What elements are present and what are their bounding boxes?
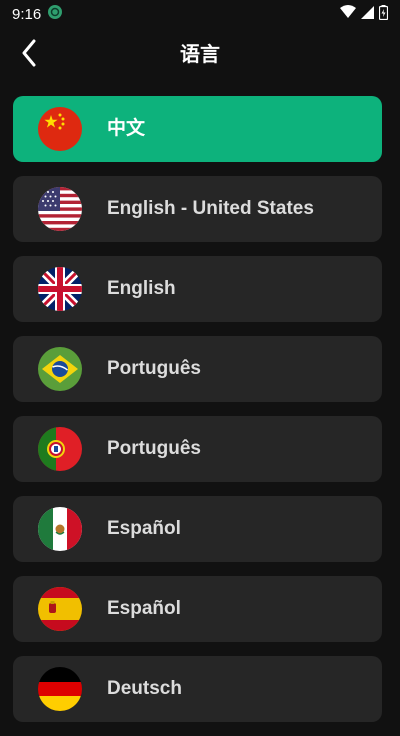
- page-title: 语言: [180, 44, 220, 66]
- language-item-english-us[interactable]: English - United States: [13, 176, 382, 242]
- app-bar: 语言: [0, 28, 400, 82]
- usa-flag-icon: [38, 187, 82, 231]
- mexico-flag-icon: [38, 507, 82, 551]
- germany-flag-icon: [38, 667, 82, 711]
- language-item-chinese[interactable]: 中文: [13, 96, 382, 162]
- language-list: 中文 English - United States English Portu…: [13, 96, 382, 736]
- uk-flag-icon: [38, 267, 82, 311]
- language-item-spanish-spain[interactable]: Español: [13, 576, 382, 642]
- language-item-english[interactable]: English: [13, 256, 382, 322]
- status-bar: 9:16: [0, 0, 400, 28]
- brazil-flag-icon: [38, 347, 82, 391]
- language-label: Português: [107, 358, 201, 379]
- portugal-flag-icon: [38, 427, 82, 471]
- language-label: English - United States: [107, 198, 314, 219]
- language-item-portuguese-portugal[interactable]: Português: [13, 416, 382, 482]
- language-label: 中文: [107, 118, 146, 139]
- language-item-german[interactable]: Deutsch: [13, 656, 382, 722]
- app-notification-icon: [47, 4, 63, 24]
- back-button[interactable]: [12, 36, 46, 74]
- china-flag-icon: [38, 107, 82, 151]
- language-item-portuguese-brazil[interactable]: Português: [13, 336, 382, 402]
- cell-signal-icon: [361, 5, 374, 23]
- language-label: Português: [107, 438, 201, 459]
- chevron-left-icon: [21, 39, 37, 72]
- language-label: English: [107, 278, 176, 299]
- language-label: Español: [107, 598, 181, 619]
- status-time: 9:16: [12, 5, 42, 23]
- wifi-icon: [340, 5, 356, 23]
- language-item-spanish-mexico[interactable]: Español: [13, 496, 382, 562]
- language-label: Deutsch: [107, 678, 182, 699]
- language-label: Español: [107, 518, 181, 539]
- spain-flag-icon: [38, 587, 82, 631]
- battery-icon: [378, 4, 389, 24]
